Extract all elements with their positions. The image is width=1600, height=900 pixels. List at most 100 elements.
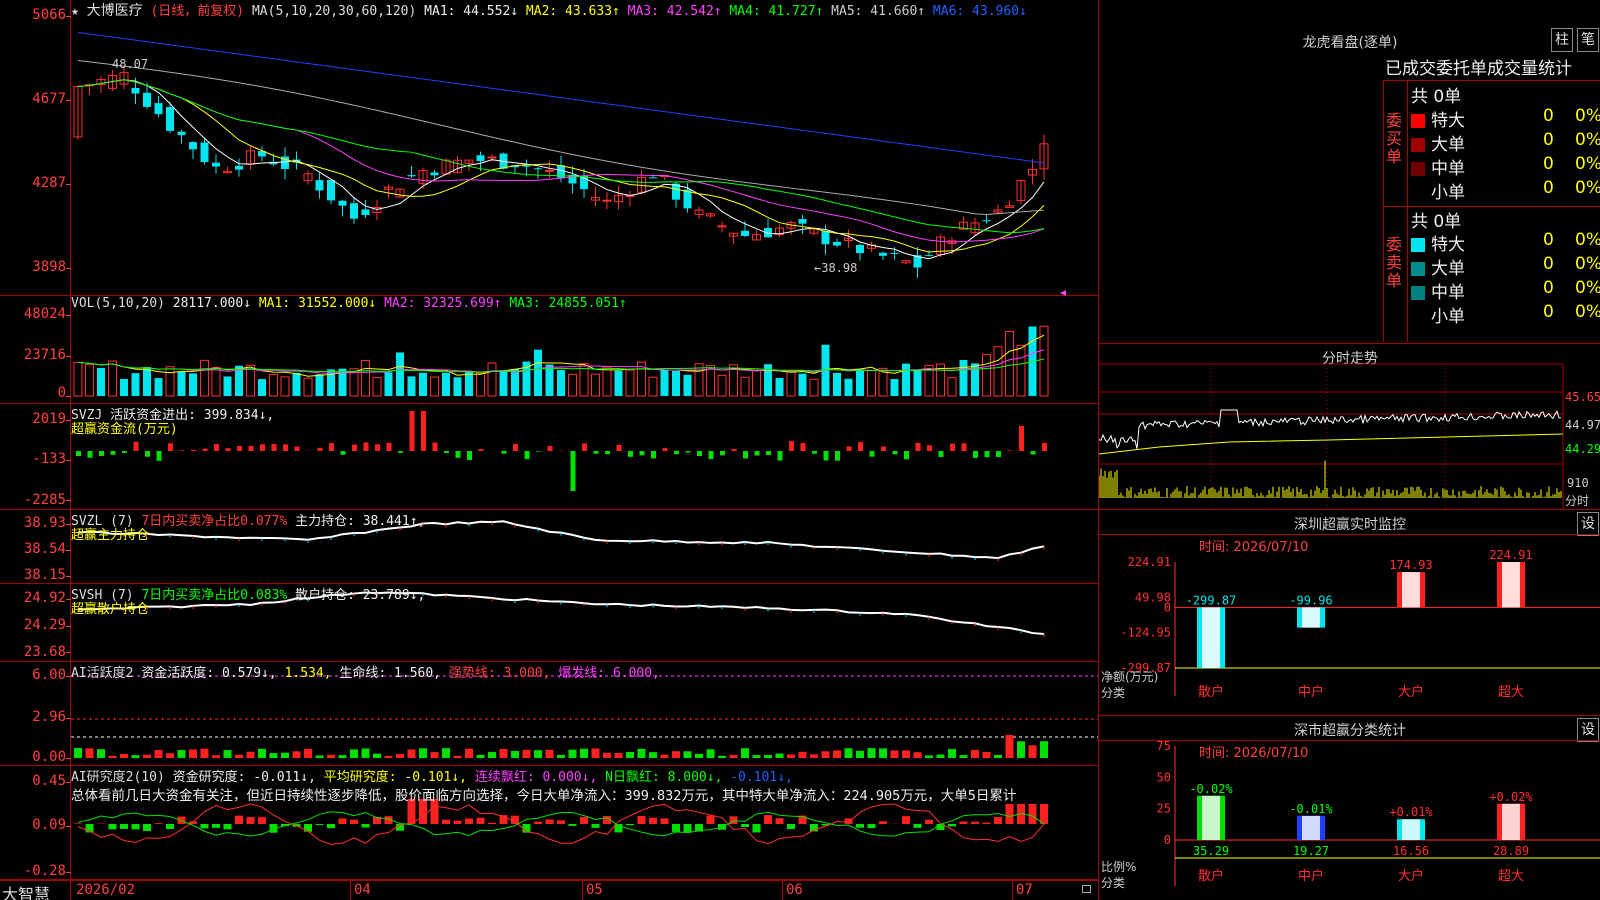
kline-header: ★ 大博医疗 (日线，前复权) MA(5,10,20,30,60,120) MA…: [71, 0, 1027, 20]
order-type-label: 中单: [1431, 159, 1465, 179]
volume-bar: [177, 371, 186, 396]
volume-bar: [672, 370, 680, 396]
research-bar: [591, 824, 600, 828]
volume-bar: [786, 370, 796, 397]
volume-bar: [856, 369, 864, 396]
lock-icon[interactable]: [1082, 885, 1091, 893]
bar-mode-button[interactable]: 柱: [1551, 28, 1573, 52]
research-bar: [741, 824, 749, 827]
low-price-label: ←38.98: [814, 261, 858, 275]
stock-name: 大博医疗: [86, 3, 143, 19]
activity-bar: [200, 748, 209, 758]
activity-bar: [568, 749, 577, 758]
candle-body: [649, 177, 657, 179]
favorite-star-icon[interactable]: ★: [71, 4, 79, 19]
order-type-label: 特大: [1431, 235, 1465, 255]
stats-bar-highlight: [1502, 803, 1520, 840]
activity-bar: [453, 755, 462, 758]
activity-bar: [787, 754, 795, 758]
x-label: 07: [1016, 882, 1033, 898]
activity-bar: [131, 755, 140, 758]
activity-bar: [97, 749, 105, 758]
activity-bar: [913, 752, 922, 758]
activity-bar: [902, 750, 910, 758]
monitor-y-title: 净额(万元): [1101, 670, 1159, 684]
stats-bar-highlight: [1202, 795, 1220, 840]
research-bar: [902, 816, 910, 824]
flow-bar: [616, 444, 622, 451]
svzj-panel[interactable]: 2019 -133 -2285 SVZJ 活跃资金进出: 399.834↓, 超…: [0, 404, 1098, 510]
volume-bar: [131, 373, 140, 396]
chart-mode[interactable]: (日线，前复权): [150, 4, 244, 19]
ma1-value: MA1: 44.552↓: [424, 4, 519, 19]
volume-bar: [85, 363, 94, 397]
activity-bar: [223, 750, 232, 758]
order-percent: 0%: [1575, 130, 1600, 150]
res-header: AI研究度2(10) 资金研究度: -0.011↓, 平均研究度: -0.101…: [71, 766, 793, 785]
flow-bar: [823, 451, 829, 461]
stats-category-label: 大户: [1398, 868, 1424, 884]
volume-bar: [384, 372, 393, 396]
research-bar: [1005, 804, 1014, 824]
flow-bar: [225, 448, 231, 451]
flow-bar: [800, 442, 806, 451]
volume-bar: [602, 366, 612, 397]
activity-bar: [948, 748, 956, 758]
candle-body: [131, 88, 140, 94]
flow-bar: [110, 451, 116, 455]
activity-bar: [350, 749, 358, 758]
order-type-label: 中单: [1431, 283, 1465, 303]
volume-chart: [73, 325, 1049, 397]
flow-bar: [179, 450, 185, 451]
vol-ma1: MA1: 31552.000↓: [258, 296, 377, 311]
flow-bar: [628, 451, 633, 457]
monitor-category-label: 超大: [1498, 685, 1524, 700]
svzl-sub: 超赢主力持仓: [71, 528, 150, 543]
research-bar: [74, 823, 82, 824]
svzl-panel[interactable]: 38.93 38.54 38.15 SVZL (7) 7日内买卖净占比0.077…: [0, 510, 1098, 584]
svsh-sub: 超赢散户持仓: [71, 602, 150, 617]
ai-activity-panel[interactable]: 6.00 2.96 0.00 AI活跃度2 资金活跃度: 0.579↓, 1.5…: [0, 662, 1098, 766]
ai-research-panel[interactable]: 0.45 0.09 -0.28 AI研究度2(10) 资金研究度: -0.011…: [0, 766, 1098, 880]
volume-bar: [614, 370, 623, 396]
order-percent: 0%: [1575, 278, 1600, 298]
ai-value-a: 资金活跃度: 0.579↓,: [141, 666, 277, 681]
order-type-label: 大单: [1431, 135, 1465, 155]
activity-bar: [591, 748, 600, 758]
activity-bar: [143, 754, 151, 758]
order-row: 小单 0 0%: [1411, 178, 1600, 203]
activity-bar: [361, 748, 370, 758]
intraday-panel[interactable]: 分时走势 45.65 44.97 44.29 910 分时: [1098, 344, 1600, 510]
flow-bar: [444, 451, 449, 454]
stats-tabs[interactable]: 已成交委托单成交量统计: [1385, 54, 1600, 79]
color-swatch: [1411, 114, 1425, 128]
activity-bar: [959, 755, 968, 758]
flow-bar: [133, 441, 139, 451]
color-swatch: [1411, 162, 1425, 176]
color-swatch: [1411, 262, 1425, 276]
volume-panel[interactable]: 48024 23716 0 VOL(5,10,20) 28117.000↓ MA…: [0, 296, 1098, 404]
volume-bar: [372, 377, 382, 397]
candle-body: [522, 165, 531, 167]
stats-x-title: 分类: [1101, 876, 1126, 890]
flow-bar: [570, 451, 576, 491]
stats-y-title: 比例%: [1101, 860, 1137, 874]
order-type-label: 小单: [1431, 307, 1465, 327]
flow-bar: [651, 451, 656, 459]
volume-bar: [200, 359, 209, 397]
volume-bar: [557, 370, 565, 396]
tick-mode-button[interactable]: 笔: [1577, 28, 1599, 52]
svsh-panel[interactable]: 24.92 24.29 23.68 SVSH (7) 7日内买卖净占比0.083…: [0, 584, 1098, 662]
candlestick-chart[interactable]: [0, 0, 1098, 296]
activity-bar: [499, 748, 508, 758]
activity-bar: [430, 752, 439, 758]
kline-panel[interactable]: 5066 4677 4287 3898 ★ 大博医疗 (日线，前复权) MA(5…: [0, 0, 1098, 296]
research-bar: [948, 824, 956, 827]
activity-bar: [166, 753, 174, 758]
vol-params: VOL(5,10,20): [71, 296, 165, 311]
ai-value-c: 生命线: 1.560,: [339, 666, 442, 681]
flow-bar: [685, 451, 691, 453]
flow-bar: [697, 451, 702, 457]
monitor-category-label: 散户: [1198, 684, 1224, 700]
order-count: 0: [1543, 230, 1554, 250]
